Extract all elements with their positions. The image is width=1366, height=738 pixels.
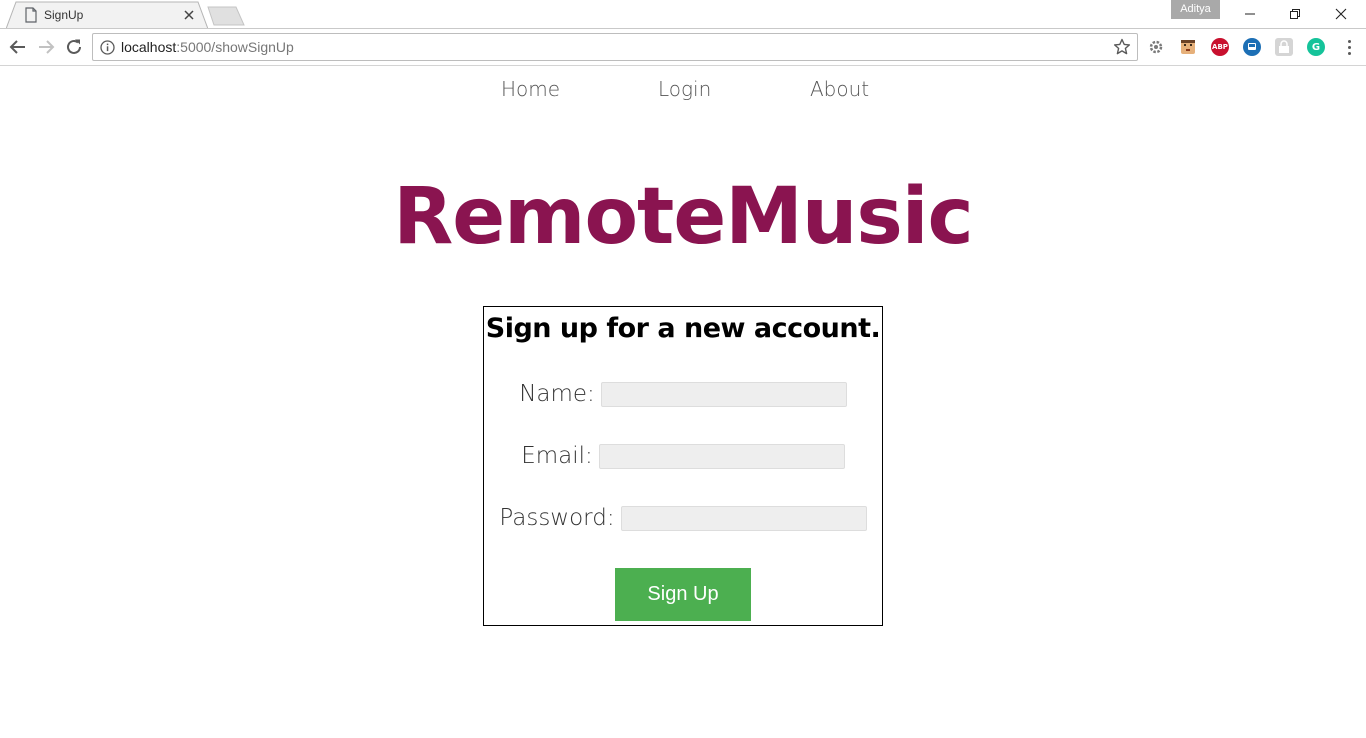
- new-tab-button[interactable]: [206, 6, 246, 26]
- nav-login-link[interactable]: Login: [658, 77, 711, 101]
- name-label: Name:: [519, 381, 595, 407]
- page-icon: [24, 7, 38, 23]
- profile-button[interactable]: Aditya: [1171, 0, 1220, 19]
- signup-heading: Sign up for a new account.: [485, 313, 881, 344]
- sign-up-button[interactable]: Sign Up: [615, 568, 751, 621]
- back-button[interactable]: [6, 35, 30, 59]
- brand-title: RemoteMusic: [393, 172, 974, 262]
- emoji-extension-icon[interactable]: [1179, 38, 1197, 56]
- password-row: Password:: [484, 505, 882, 531]
- site-info-icon[interactable]: [100, 40, 115, 55]
- bus-extension-icon[interactable]: [1243, 38, 1261, 56]
- browser-menu-icon[interactable]: [1340, 37, 1358, 57]
- url-path: :5000/showSignUp: [176, 39, 294, 55]
- restore-window-button[interactable]: [1272, 0, 1318, 28]
- email-label: Email:: [521, 443, 593, 469]
- email-row: Email:: [484, 443, 882, 469]
- page-content: Home Login About RemoteMusic Sign up for…: [0, 67, 1366, 738]
- address-bar[interactable]: localhost:5000/showSignUp: [92, 33, 1138, 61]
- browser-tab-signup[interactable]: SignUp: [6, 1, 208, 29]
- lock-extension-icon[interactable]: [1275, 38, 1293, 56]
- url-text: localhost:5000/showSignUp: [121, 39, 294, 55]
- url-host: localhost: [121, 39, 177, 55]
- nav-home-link[interactable]: Home: [501, 77, 560, 101]
- close-icon: [1335, 8, 1347, 20]
- grammarly-icon[interactable]: G: [1307, 38, 1325, 56]
- nav-about-link[interactable]: About: [810, 77, 869, 101]
- browser-titlebar: SignUp Aditya: [0, 0, 1366, 29]
- close-window-button[interactable]: [1318, 0, 1364, 28]
- password-label: Password:: [499, 505, 615, 531]
- back-arrow-icon: [9, 40, 25, 54]
- signup-form: Sign up for a new account. Name: Email: …: [483, 306, 883, 626]
- adblock-plus-icon[interactable]: ABP: [1211, 38, 1229, 56]
- browser-toolbar: localhost:5000/showSignUp ABP G: [0, 29, 1366, 66]
- reload-button[interactable]: [62, 35, 86, 59]
- forward-button[interactable]: [34, 35, 58, 59]
- reload-icon: [67, 39, 81, 54]
- close-tab-icon[interactable]: [180, 6, 198, 24]
- name-input[interactable]: [600, 381, 847, 407]
- email-input[interactable]: [598, 443, 845, 469]
- bookmark-star-icon[interactable]: [1113, 38, 1131, 56]
- name-row: Name:: [484, 381, 882, 407]
- forward-arrow-icon: [39, 40, 55, 54]
- grammarly-label: G: [1311, 41, 1321, 53]
- minimize-window-button[interactable]: [1227, 0, 1273, 28]
- minimize-icon: [1245, 13, 1255, 15]
- settings-extension-icon[interactable]: [1147, 38, 1165, 56]
- adblock-plus-label: ABP: [1212, 43, 1228, 51]
- password-input[interactable]: [620, 505, 867, 531]
- tab-title: SignUp: [44, 8, 84, 22]
- restore-icon: [1290, 9, 1300, 19]
